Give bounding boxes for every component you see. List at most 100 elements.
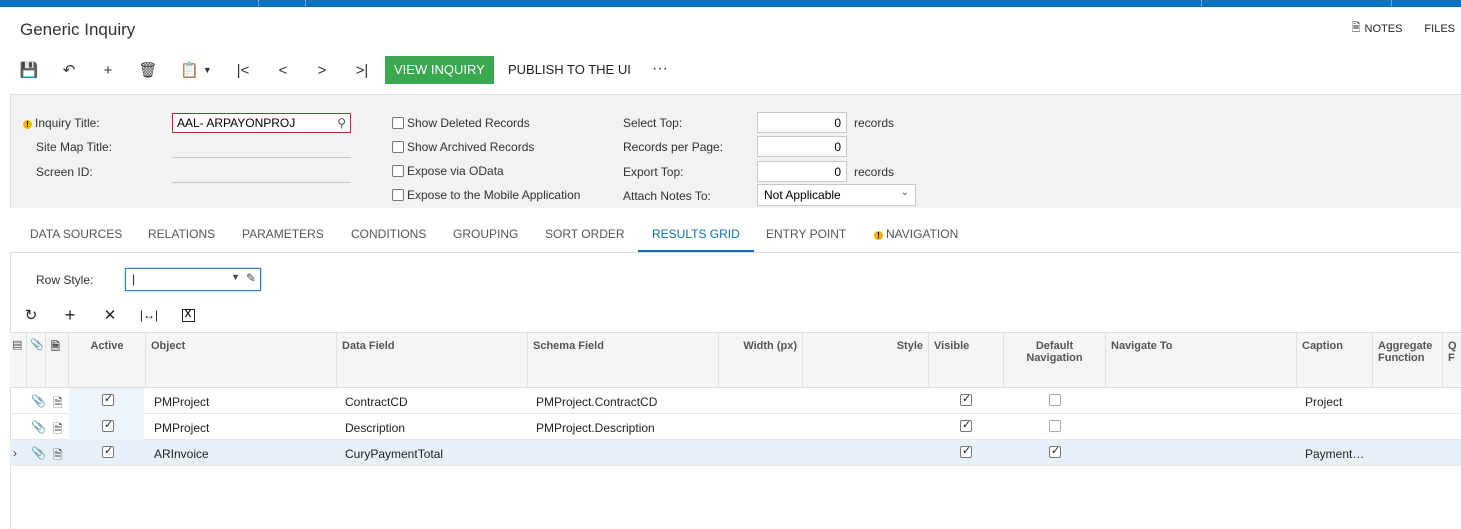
next-record-icon[interactable]: > xyxy=(311,59,333,81)
tab-navigation[interactable]: ! NAVIGATION xyxy=(860,222,972,252)
last-record-icon[interactable]: >| xyxy=(351,59,373,81)
chevron-down-icon: ⌄ xyxy=(900,187,909,198)
tab-data-sources[interactable]: DATA SOURCES xyxy=(16,222,136,252)
first-record-icon[interactable]: |< xyxy=(232,59,254,81)
object-cell[interactable]: PMProject xyxy=(146,414,337,440)
schema-field-cell[interactable]: PMProject.ContractCD xyxy=(528,388,719,414)
col-caption[interactable]: Caption xyxy=(1297,333,1373,388)
default-navigation-checkbox[interactable] xyxy=(1049,394,1061,406)
table-row[interactable]: 📎 🗎 PMProject ContractCD PMProject.Contr… xyxy=(10,388,1461,414)
active-checkbox[interactable] xyxy=(102,444,114,458)
notes-icon: 🗎 xyxy=(1351,22,1361,34)
table-row[interactable]: 📎 🗎 PMProject Description PMProject.Desc… xyxy=(10,414,1461,440)
data-field-cell[interactable]: Description xyxy=(337,414,528,440)
col-q[interactable]: QF xyxy=(1443,333,1461,388)
select-top-input[interactable]: 0 xyxy=(757,112,847,133)
add-icon[interactable]: + xyxy=(97,59,119,81)
data-field-cell[interactable]: ContractCD xyxy=(337,388,528,414)
col-width[interactable]: Width (px) xyxy=(719,333,803,388)
save-icon[interactable]: 💾 xyxy=(18,59,40,81)
notes-label: NOTES xyxy=(1364,22,1403,35)
tab-parameters[interactable]: PARAMETERS xyxy=(228,222,338,252)
active-checkbox[interactable] xyxy=(102,392,114,406)
col-style[interactable]: Style xyxy=(803,333,929,388)
fit-columns-icon[interactable]: |↔| xyxy=(138,304,160,326)
col-data-field[interactable]: Data Field xyxy=(337,333,528,388)
show-deleted-checkbox[interactable]: Show Deleted Records xyxy=(392,116,530,130)
site-map-title-input[interactable] xyxy=(172,157,351,158)
grid-header: ▤ 📎 🗎 Active Object Data Field Schema Fi… xyxy=(10,332,1461,388)
col-schema-field[interactable]: Schema Field xyxy=(528,333,719,388)
visible-checkbox[interactable] xyxy=(960,392,972,406)
default-navigation-checkbox[interactable] xyxy=(1049,444,1061,458)
checkbox[interactable] xyxy=(392,141,404,153)
export-top-input[interactable]: 0 xyxy=(757,161,847,182)
inquiry-title-input[interactable]: AAL- ARPAYONPROJ ⚲ xyxy=(172,113,351,133)
tab-relations[interactable]: RELATIONS xyxy=(134,222,229,252)
expose-odata-checkbox[interactable]: Expose via OData xyxy=(392,164,504,178)
add-row-icon[interactable]: + xyxy=(59,304,81,326)
grid-toolbar: ↻ + ✕ |↔| X xyxy=(18,304,318,326)
export-excel-icon[interactable]: X xyxy=(177,304,199,326)
notes-link[interactable]: 🗎 NOTES xyxy=(1352,19,1403,38)
tab-results-grid[interactable]: RESULTS GRID xyxy=(638,222,754,252)
object-cell[interactable]: ARInvoice xyxy=(146,440,337,466)
attach-notes-label: Attach Notes To: xyxy=(623,189,711,203)
copy-paste-icon[interactable]: 📋 ▼ xyxy=(177,59,215,81)
note-icon[interactable]: 🗎 xyxy=(53,420,63,441)
files-label: FILES xyxy=(1424,22,1455,35)
publish-to-ui-button[interactable]: PUBLISH TO THE UI xyxy=(499,56,640,84)
caption-cell[interactable]: Payment… xyxy=(1297,440,1373,466)
files-link[interactable]: FILES xyxy=(1424,19,1455,38)
row-style-input[interactable]: | ▼ ✎ xyxy=(125,268,261,291)
refresh-icon[interactable]: ↻ xyxy=(20,304,42,326)
tab-sort-order[interactable]: SORT ORDER xyxy=(531,222,639,252)
attach-notes-select[interactable]: Not Applicable ⌄ xyxy=(757,184,916,206)
schema-field-cell[interactable] xyxy=(528,440,719,466)
col-aggregate-function[interactable]: Aggregate Function xyxy=(1373,333,1443,388)
attachment-icon[interactable]: 📎 xyxy=(31,420,46,434)
top-bar xyxy=(0,0,1461,7)
note-icon[interactable]: 🗎 xyxy=(53,446,63,467)
more-actions-button[interactable]: ··· xyxy=(648,56,672,84)
col-default-navigation[interactable]: Default Navigation xyxy=(1004,333,1106,388)
undo-icon[interactable]: ↶ xyxy=(58,59,80,81)
visible-checkbox[interactable] xyxy=(960,418,972,432)
object-cell[interactable]: PMProject xyxy=(146,388,337,414)
col-active[interactable]: Active xyxy=(69,333,146,388)
active-checkbox[interactable] xyxy=(102,418,114,432)
caption-cell[interactable] xyxy=(1297,414,1373,440)
col-visible[interactable]: Visible xyxy=(929,333,1004,388)
dropdown-icon[interactable]: ▼ xyxy=(231,272,240,282)
tab-conditions[interactable]: CONDITIONS xyxy=(337,222,440,252)
records-per-page-label: Records per Page: xyxy=(623,140,724,154)
caption-cell[interactable]: Project xyxy=(1297,388,1373,414)
tab-grouping[interactable]: GROUPING xyxy=(439,222,532,252)
table-row-selected[interactable]: › 📎 🗎 ARInvoice CuryPaymentTotal Payment… xyxy=(10,440,1461,466)
records-per-page-input[interactable]: 0 xyxy=(757,136,847,157)
previous-record-icon[interactable]: < xyxy=(272,59,294,81)
attachment-icon[interactable]: 📎 xyxy=(31,394,46,408)
edit-icon[interactable]: ✎ xyxy=(246,271,256,285)
show-archived-checkbox[interactable]: Show Archived Records xyxy=(392,140,534,154)
view-inquiry-button[interactable]: VIEW INQUIRY xyxy=(385,56,494,84)
delete-icon[interactable]: 🗑 xyxy=(137,59,159,81)
expose-mobile-checkbox[interactable]: Expose to the Mobile Application xyxy=(392,188,580,202)
visible-checkbox[interactable] xyxy=(960,444,972,458)
select-top-label: Select Top: xyxy=(623,116,683,130)
screen-id-input[interactable] xyxy=(172,182,351,183)
data-field-cell[interactable]: CuryPaymentTotal xyxy=(337,440,528,466)
note-icon[interactable]: 🗎 xyxy=(53,394,63,415)
col-navigate-to[interactable]: Navigate To xyxy=(1106,333,1297,388)
checkbox[interactable] xyxy=(392,165,404,177)
checkbox[interactable] xyxy=(392,189,404,201)
tab-entry-point[interactable]: ENTRY POINT xyxy=(752,222,860,252)
col-object[interactable]: Object xyxy=(146,333,337,388)
attachment-icon: 📎 xyxy=(27,333,46,388)
checkbox[interactable] xyxy=(392,117,404,129)
attachment-icon[interactable]: 📎 xyxy=(31,446,46,460)
default-navigation-checkbox[interactable] xyxy=(1049,420,1061,432)
search-icon[interactable]: ⚲ xyxy=(337,116,346,130)
delete-row-icon[interactable]: ✕ xyxy=(99,304,121,326)
schema-field-cell[interactable]: PMProject.Description xyxy=(528,414,719,440)
